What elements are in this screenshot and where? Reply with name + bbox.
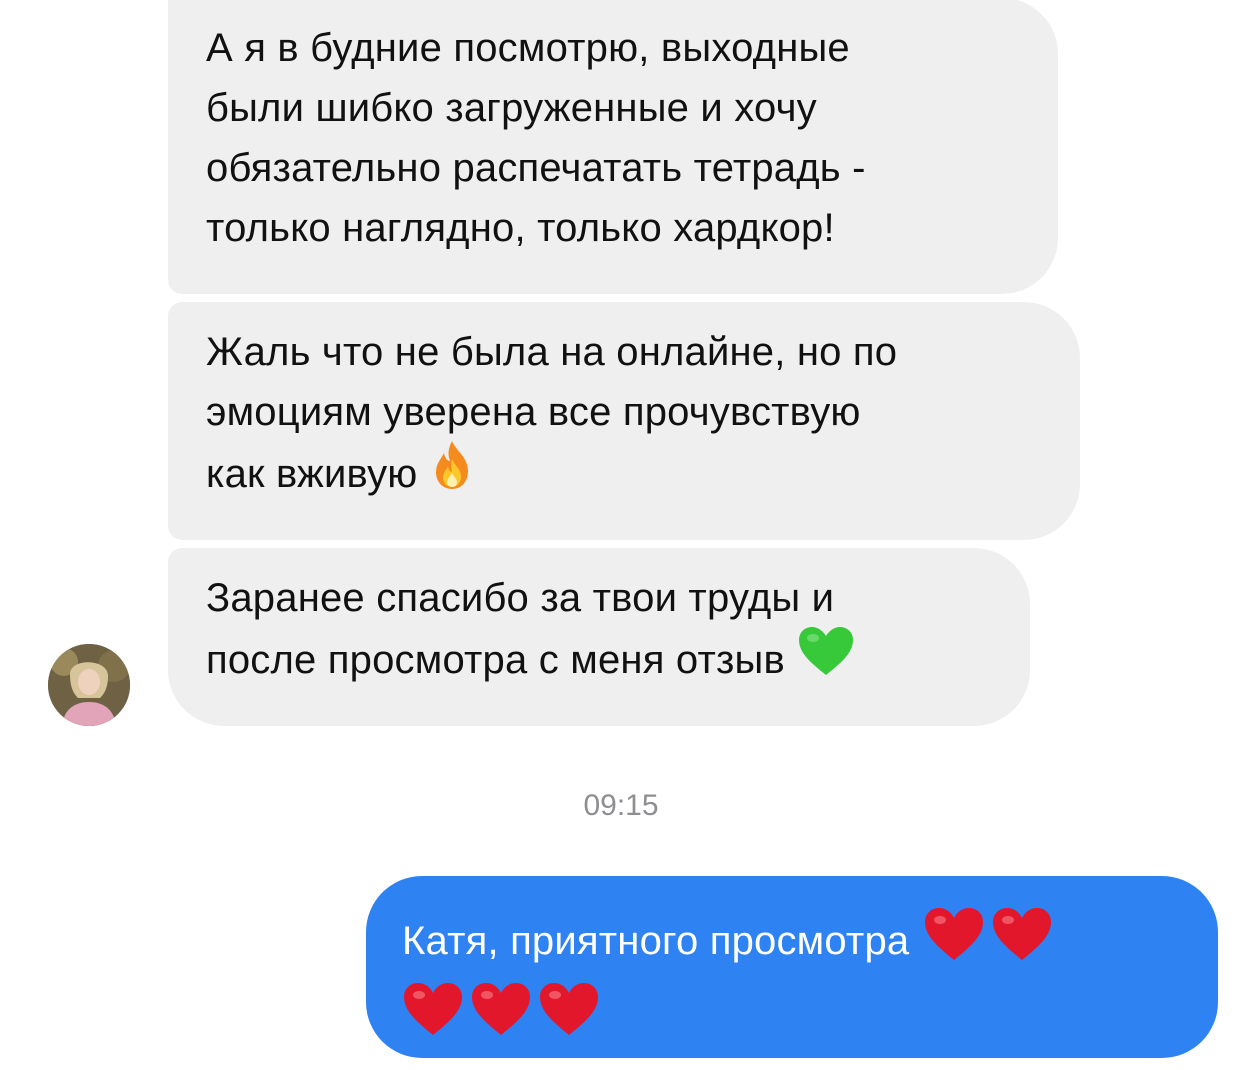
red-heart-icon (923, 906, 985, 981)
incoming-message[interactable]: Жаль что не была на онлайне, но по эмоци… (168, 302, 1080, 540)
message-text: как вживую (206, 452, 418, 497)
message-text-line-with-emoji: после просмотра с меня отзыв (206, 627, 994, 688)
message-text-line: обязательно распечатать тетрадь - (206, 146, 866, 190)
red-heart-icon (991, 906, 1053, 981)
green-heart-icon (797, 625, 855, 694)
avatar[interactable] (48, 644, 130, 726)
message-text: после просмотра с меня отзыв (206, 638, 785, 683)
user-avatar-photo (48, 644, 130, 726)
message-text-line: только наглядно, только хардкор! (206, 206, 835, 250)
red-heart-icon (538, 981, 600, 1056)
message-text-line-with-emoji: как вживую (206, 441, 1044, 502)
message-text-line: эмоциям уверена все прочувствую (206, 390, 861, 434)
message-text: Катя, приятного просмотра (402, 919, 910, 964)
message-text-line: Жаль что не была на онлайне, но по (206, 330, 898, 374)
fire-icon (430, 439, 474, 508)
message-text-line: Заранее спасибо за твои труды и (206, 576, 835, 620)
chat-thread: А я в будние посмотрю, выходные были шиб… (0, 0, 1242, 1070)
message-text-line: А я в будние посмотрю, выходные (206, 26, 850, 70)
red-heart-icon (470, 981, 532, 1056)
message-timestamp: 09:15 (583, 789, 659, 822)
outgoing-message[interactable]: Катя, приятного просмотра (366, 876, 1218, 1058)
incoming-message[interactable]: Заранее спасибо за твои труды и после пр… (168, 548, 1030, 726)
incoming-message[interactable]: А я в будние посмотрю, выходные были шиб… (168, 0, 1058, 294)
red-heart-icon (402, 981, 464, 1056)
message-text-line: были шибко загруженные и хочу (206, 86, 817, 130)
